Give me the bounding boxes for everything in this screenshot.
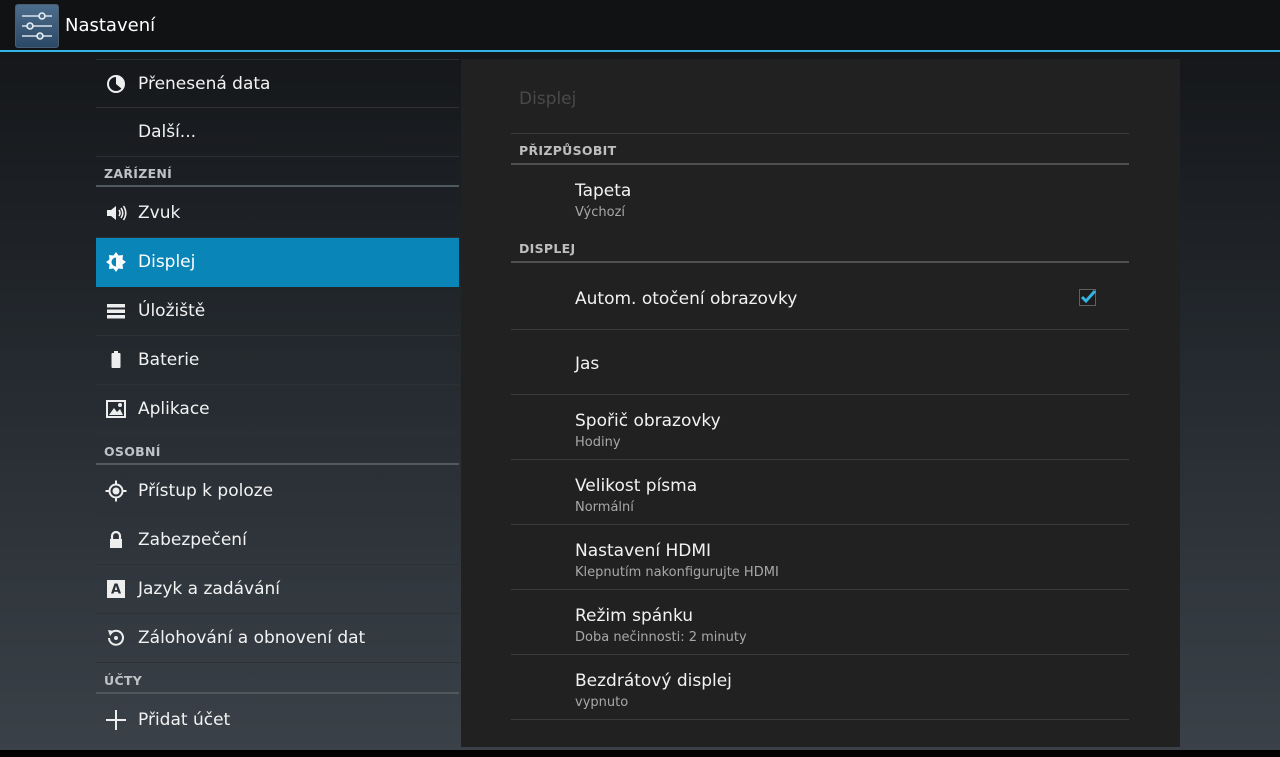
pref-screensaver[interactable]: Spořič obrazovky Hodiny [511,395,1129,460]
sidebar-item-label: Přidat účet [138,710,231,730]
section-header-display: DISPLEJ [511,232,1129,263]
action-bar: Nastavení [0,0,1280,52]
pref-title: Nastavení HDMI [575,541,712,561]
pref-title: Autom. otočení obrazovky [575,289,798,309]
sidebar-item-add-account[interactable]: Přidat účet [96,696,459,745]
pref-wireless-display[interactable]: Bezdrátový displej vypnuto [511,655,1129,720]
pref-auto-rotate[interactable]: Autom. otočení obrazovky [511,265,1129,330]
speaker-icon [107,205,127,221]
sidebar-item-security[interactable]: Zabezpečení [96,516,459,565]
sidebar-item-label: Aplikace [138,399,210,419]
settings-content: Přenesená data Další... ZAŘÍZENÍ Zvuk Di… [0,52,1280,750]
storage-icon [107,304,125,319]
lock-icon [110,530,122,548]
pref-font-size[interactable]: Velikost písma Normální [511,460,1129,525]
data-usage-icon [107,75,125,93]
bottom-bar [0,750,1280,757]
sidebar-item-label: Další... [138,122,197,142]
pref-title: Velikost písma [575,476,698,496]
sidebar-item-label: Úložiště [138,301,206,321]
settings-sliders-icon[interactable] [15,4,59,48]
brightness-icon [106,252,126,272]
sidebar-item-label: Zabezpečení [138,530,247,550]
pref-hdmi[interactable]: Nastavení HDMI Klepnutím nakonfigurujte … [511,525,1129,590]
sidebar-item-backup[interactable]: Zálohování a obnovení dat [96,614,459,663]
section-header-customize: PŘIZPŮSOBIT [511,134,1129,165]
sidebar-header-accounts: ÚČTY [96,665,459,694]
sidebar-item-label: Jazyk a zadávání [138,579,281,599]
pref-summary: Výchozí [575,205,626,220]
sidebar-item-language[interactable]: A Jazyk a zadávání [96,565,459,614]
sidebar-item-label: Displej [138,252,196,272]
pref-title: Režim spánku [575,606,694,626]
sidebar-item-label: Baterie [138,350,200,370]
svg-text:A: A [111,583,121,598]
keyboard-language-icon: A [107,580,125,598]
pref-summary: Klepnutím nakonfigurujte HDMI [575,565,779,580]
location-icon [105,480,127,502]
pref-summary: Normální [575,500,634,515]
app-title: Nastavení [65,15,156,36]
sidebar-item-display[interactable]: Displej [96,238,459,287]
panel-title: Displej [519,89,577,109]
sidebar-item-battery[interactable]: Baterie [96,336,459,385]
sidebar-item-more[interactable]: Další... [96,108,459,157]
checkmark-icon [1080,289,1096,304]
pref-title: Bezdrátový displej [575,671,732,691]
settings-sidebar: Přenesená data Další... ZAŘÍZENÍ Zvuk Di… [96,52,459,750]
apps-icon [106,400,126,418]
battery-icon [111,351,121,368]
auto-rotate-checkbox[interactable] [1079,289,1096,306]
pref-summary: vypnuto [575,695,629,710]
sidebar-item-sound[interactable]: Zvuk [96,189,459,238]
sidebar-item-label: Zálohování a obnovení dat [138,628,366,648]
pref-title: Tapeta [575,181,632,201]
pref-wallpaper[interactable]: Tapeta Výchozí [511,165,1129,230]
add-icon [106,710,126,730]
display-settings-panel: Displej PŘIZPŮSOBIT Tapeta Výchozí DISPL… [461,59,1180,747]
pref-brightness[interactable]: Jas [511,330,1129,395]
sidebar-item-label: Přenesená data [138,74,271,94]
pref-summary: Hodiny [575,435,621,450]
backup-restore-icon [108,629,124,646]
sidebar-header-device: ZAŘÍZENÍ [96,158,459,187]
sidebar-item-data-usage[interactable]: Přenesená data [96,59,459,108]
pref-summary: Doba nečinnosti: 2 minuty [575,630,747,645]
sidebar-item-label: Zvuk [138,203,181,223]
sidebar-item-label: Přístup k poloze [138,481,274,501]
pref-title: Spořič obrazovky [575,411,721,431]
sidebar-item-storage[interactable]: Úložiště [96,287,459,336]
pref-title: Jas [575,354,600,374]
sidebar-item-location[interactable]: Přístup k poloze [96,467,459,516]
pref-sleep[interactable]: Režim spánku Doba nečinnosti: 2 minuty [511,590,1129,655]
sidebar-item-apps[interactable]: Aplikace [96,385,459,434]
sidebar-header-personal: OSOBNÍ [96,436,459,465]
